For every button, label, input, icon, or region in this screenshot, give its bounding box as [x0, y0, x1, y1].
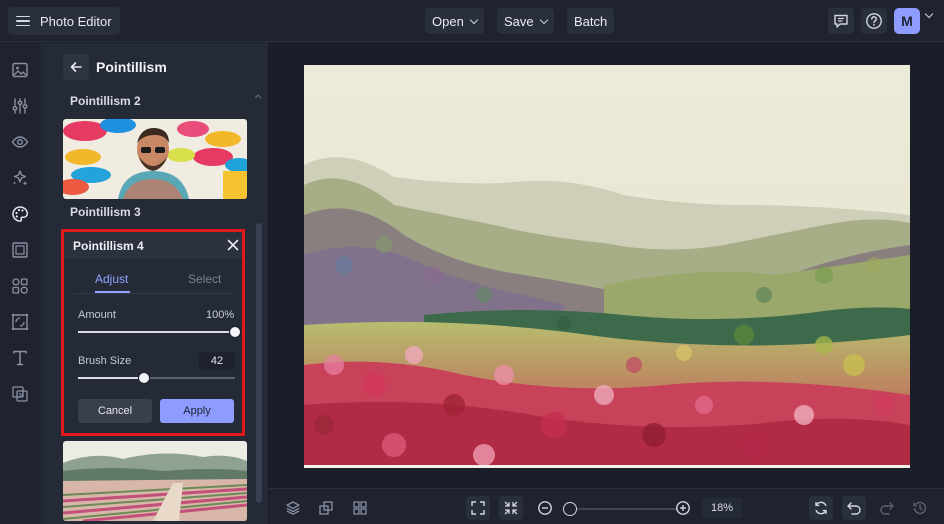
app-title: Photo Editor: [40, 13, 112, 29]
app-menu-button[interactable]: Photo Editor: [8, 7, 120, 35]
amount-slider-handle[interactable]: [229, 326, 241, 338]
settings-header: Pointillism 4: [64, 232, 242, 259]
amount-slider-fill: [78, 331, 235, 333]
tab-adjust[interactable]: Adjust: [95, 272, 128, 286]
shapes-icon[interactable]: [11, 277, 29, 295]
text-icon[interactable]: [11, 349, 29, 367]
brush-size-input[interactable]: 42: [199, 352, 235, 370]
top-bar: Photo Editor Open Save Batch M: [0, 0, 944, 42]
chevron-down-icon[interactable]: [924, 9, 934, 19]
overlay-icon[interactable]: [11, 385, 29, 403]
effect-label-pointillism-3: Pointillism 3: [70, 205, 141, 219]
redo-icon: [880, 502, 894, 515]
effect-label-pointillism-2: Pointillism 2: [70, 94, 141, 108]
shrink-button[interactable]: [499, 496, 523, 520]
fit-screen-icon: [471, 501, 485, 515]
thumbnail-landscape-image: [63, 441, 247, 521]
reset-button[interactable]: [809, 496, 833, 520]
sparkles-icon[interactable]: [11, 169, 29, 187]
user-avatar[interactable]: M: [894, 8, 920, 34]
undo-button[interactable]: [842, 496, 866, 520]
layers-icon: [286, 501, 300, 515]
panel-scrollbar[interactable]: [256, 223, 262, 503]
chevron-down-icon: [469, 15, 479, 24]
zoom-out-icon: [538, 501, 552, 515]
eye-icon[interactable]: [11, 133, 29, 151]
brush-size-label: Brush Size: [78, 355, 132, 367]
frame-icon[interactable]: [11, 241, 29, 259]
apply-button[interactable]: Apply: [160, 399, 234, 423]
zoom-in-icon: [676, 501, 690, 515]
batch-button[interactable]: Batch: [567, 8, 615, 34]
close-icon[interactable]: [227, 239, 239, 251]
effect-settings-card: Pointillism 4 Adjust Select Amount 100% …: [61, 229, 245, 436]
zoom-slider-handle[interactable]: [563, 502, 577, 516]
sliders-icon[interactable]: [11, 97, 29, 115]
save-menu-button[interactable]: Save: [497, 8, 554, 34]
shrink-icon: [504, 501, 518, 515]
brush-size-slider-fill: [78, 377, 144, 379]
batch-label: Batch: [574, 13, 608, 29]
tab-select[interactable]: Select: [188, 272, 221, 286]
zoom-in-button[interactable]: [671, 496, 695, 520]
edited-photo[interactable]: [304, 65, 910, 468]
layers-button[interactable]: [281, 496, 305, 520]
cancel-button[interactable]: Cancel: [78, 399, 152, 423]
arrow-left-icon: [70, 62, 82, 72]
texture-icon[interactable]: [11, 313, 29, 331]
fit-screen-button[interactable]: [466, 496, 490, 520]
undo-icon: [847, 502, 861, 515]
amount-value: 100%: [206, 309, 235, 321]
pointillism-landscape-image: [304, 65, 910, 468]
settings-title: Pointillism 4: [73, 239, 144, 253]
save-label: Save: [504, 13, 534, 29]
back-button[interactable]: [63, 54, 89, 80]
open-label: Open: [432, 13, 464, 29]
comments-icon: [834, 14, 848, 28]
help-button[interactable]: [861, 8, 887, 34]
arrange-button[interactable]: [314, 496, 338, 520]
grid-button[interactable]: [348, 496, 372, 520]
arrange-icon: [319, 501, 333, 515]
canvas-area: [268, 43, 944, 488]
panel-title: Pointillism: [96, 59, 167, 75]
history-button[interactable]: [908, 496, 932, 520]
amount-label: Amount: [78, 309, 116, 321]
history-icon: [913, 501, 927, 515]
bottom-toolbar: 18%: [268, 488, 944, 524]
scroll-up-icon[interactable]: [254, 93, 262, 99]
effect-thumbnail-pointillism-2[interactable]: [63, 119, 247, 199]
open-menu-button[interactable]: Open: [425, 8, 484, 34]
grid-icon: [353, 501, 367, 515]
palette-icon[interactable]: [11, 205, 29, 223]
image-icon[interactable]: [11, 61, 29, 79]
thumbnail-portrait-image: [63, 119, 247, 199]
tool-rail: [0, 43, 42, 524]
avatar-initial: M: [901, 13, 913, 29]
hamburger-icon: [16, 15, 30, 27]
zoom-slider[interactable]: [568, 508, 678, 510]
amount-slider[interactable]: [78, 326, 241, 338]
active-tab-indicator: [95, 291, 130, 293]
brush-size-slider[interactable]: [78, 372, 235, 384]
effect-thumbnail-landscape[interactable]: [63, 441, 247, 521]
help-icon: [866, 13, 882, 29]
comments-button[interactable]: [828, 8, 854, 34]
zoom-level[interactable]: 18%: [702, 498, 742, 518]
reset-icon: [815, 501, 827, 515]
zoom-out-button[interactable]: [533, 496, 557, 520]
chevron-down-icon: [539, 15, 548, 24]
tab-divider: [74, 293, 232, 294]
redo-button[interactable]: [875, 496, 899, 520]
brush-size-slider-handle[interactable]: [138, 372, 150, 384]
